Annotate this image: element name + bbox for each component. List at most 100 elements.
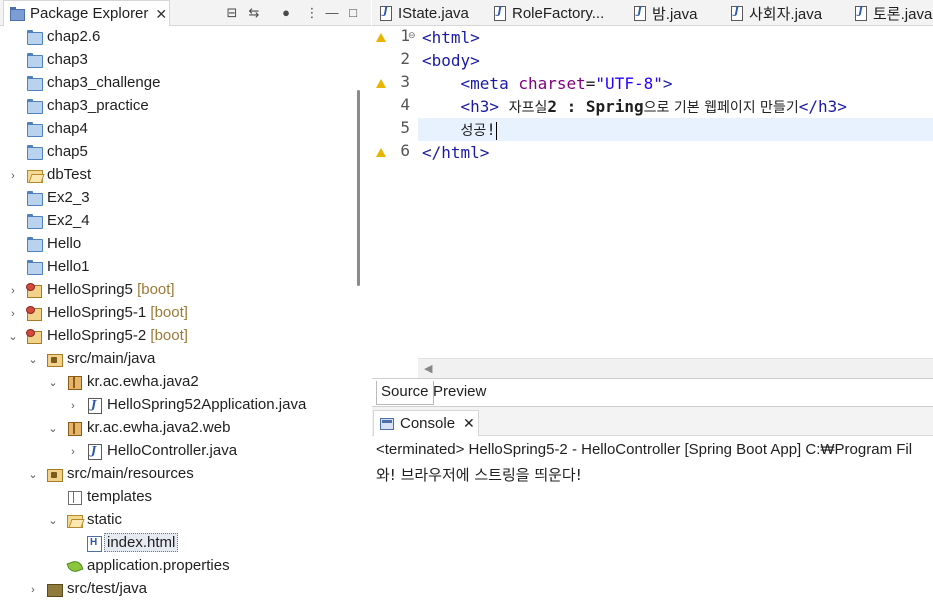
tree-item-hello[interactable]: Hello [0,233,356,256]
close-icon[interactable]: ✕ [463,415,475,432]
collapse-all-icon[interactable]: ⊟ [224,3,240,21]
tree-item-hellospring52application[interactable]: › HelloSpring52Application.java [0,394,356,417]
html-editor: IState.java RoleFactory... 밤.java 사회자.ja… [372,0,933,405]
expand-chevron-icon[interactable]: › [67,394,79,417]
tree-item-chap2-6[interactable]: chap2.6 [0,26,356,49]
tab-console[interactable]: Console ✕ [373,410,479,436]
collapse-chevron-icon[interactable]: ⌄ [27,348,39,371]
expand-chevron-icon[interactable]: › [7,302,19,325]
heading-text-korean-1: 자프실 [508,100,548,116]
tree-item-static[interactable]: ⌄ static [0,509,356,532]
tree-item-hello1[interactable]: Hello1 [0,256,356,279]
tab-label: Console [400,415,456,432]
code-line-5-current: 성공! [418,118,933,141]
charset-value: "UTF-8" [595,74,663,93]
expand-chevron-icon[interactable]: › [67,440,79,463]
tree-item-src-test-java[interactable]: › src/test/java [0,578,356,601]
source-folder-icon [46,581,63,597]
filters-icon[interactable]: ● [278,3,294,21]
tree-item-label: chap5 [47,143,88,160]
tree-item-ex2-3[interactable]: Ex2_3 [0,187,356,210]
tree-item-chap3[interactable]: chap3 [0,49,356,72]
tab-label: 사회자.java [749,5,823,23]
tree-item-label: index.html [104,533,179,552]
tree-item-chap5[interactable]: chap5 [0,141,356,164]
tab-preview[interactable]: Preview [429,381,490,405]
code-line-6: </html> [422,141,489,164]
scrollbar-thumb[interactable] [357,90,360,286]
tree-item-text: HelloSpring5-2 [boot] [47,327,188,344]
tab-toron-java[interactable]: 토론.java [855,0,932,25]
tab-sahoeja-java[interactable]: 사회자.java [731,0,823,25]
tree-item-chap3-practice[interactable]: chap3_practice [0,95,356,118]
project-folder-icon [26,190,43,206]
collapse-chevron-icon[interactable]: ⌄ [27,463,39,486]
tree-item-label: dbTest [47,166,92,183]
collapse-chevron-icon[interactable]: ⌄ [47,509,59,532]
tree-item-hellocontroller[interactable]: › HelloController.java [0,440,356,463]
line-number: 5 [400,118,410,137]
editor-tab-bar: IState.java RoleFactory... 밤.java 사회자.ja… [372,0,933,26]
maximize-icon[interactable]: □ [345,3,361,21]
expand-chevron-icon[interactable]: › [7,164,19,187]
tab-package-explorer[interactable]: Package Explorer ✕ [3,0,170,26]
collapse-chevron-icon[interactable]: ⌄ [7,325,19,348]
warning-icon [376,148,386,157]
collapse-chevron-icon[interactable]: ⌄ [47,371,59,394]
tree-item-package-java2-web[interactable]: ⌄ kr.ac.ewha.java2.web [0,417,356,440]
tree-item-index-html[interactable]: index.html [0,532,356,555]
package-explorer-view: Package Explorer ✕ ⊟ ⇆ ● ⋮ — □ chap2.6 c… [0,0,371,604]
h3-open-tag: <h3> [460,97,500,116]
minimize-icon[interactable]: — [324,3,340,21]
success-text: 성공 [460,123,487,139]
console-terminated-line: <terminated> HelloSpring5-2 - HelloContr… [376,441,913,458]
line-number-gutter: 1 ⊖ 2 3 4 5 6 [372,26,418,358]
tree-item-src-main-java[interactable]: ⌄ src/main/java [0,348,356,371]
tree-item-src-main-resources[interactable]: ⌄ src/main/resources [0,463,356,486]
tree-item-label: HelloController.java [107,442,238,459]
tab-istate-java[interactable]: IState.java [380,0,469,25]
tree-item-ex2-4[interactable]: Ex2_4 [0,210,356,233]
html-close-tag: </html> [422,143,490,162]
scroll-left-icon[interactable]: ◀ [424,362,432,375]
editor-horizontal-scrollbar[interactable]: ◀ [418,358,933,378]
view-menu-icon[interactable]: ⋮ [304,3,320,21]
tree-item-text: HelloSpring5-1 [boot] [47,304,188,321]
expand-chevron-icon[interactable]: › [7,279,19,302]
text-caret [495,121,497,140]
tab-rolefactory-java[interactable]: RoleFactory... [494,0,604,25]
tab-bam-java[interactable]: 밤.java [634,0,698,25]
tree-item-templates[interactable]: templates [0,486,356,509]
code-line-2: <body> [422,49,480,72]
tree-item-hellospring5-2[interactable]: ⌄ HelloSpring5-2 [boot] [0,325,356,348]
tree-item-hellospring5[interactable]: › HelloSpring5 [boot] [0,279,356,302]
tree-item-dbtest[interactable]: › dbTest [0,164,356,187]
tree-item-chap4[interactable]: chap4 [0,118,356,141]
tree-item-application-properties[interactable]: application.properties [0,555,356,578]
tree-vertical-scrollbar[interactable] [357,26,371,604]
tree-item-label: src/main/java [67,350,156,367]
tree-item-label: application.properties [87,557,230,574]
collapse-chevron-icon[interactable]: ⌄ [47,417,59,440]
tree-item-label: static [87,511,123,528]
tree-item-package-java2[interactable]: ⌄ kr.ac.ewha.java2 [0,371,356,394]
code-area[interactable]: <html> <body> <meta charset="UTF-8"> <h3… [418,26,933,358]
tree-item-label: HelloSpring5 [47,281,133,298]
fold-toggle-icon[interactable]: ⊖ [408,30,416,41]
java-file-icon [731,5,743,21]
project-folder-icon [26,144,43,160]
source-folder-icon [46,351,63,367]
code-line-4: <h3> 자프실2 : Spring으로 기본 웹페이지 만들기</h3> [422,95,847,118]
close-icon[interactable]: ✕ [155,7,167,21]
tree-item-chap3-challenge[interactable]: chap3_challenge [0,72,356,95]
expand-chevron-icon[interactable]: › [27,578,39,601]
link-with-editor-icon[interactable]: ⇆ [246,3,262,21]
tab-source[interactable]: Source [376,381,434,405]
project-tree: chap2.6 chap3 chap3_challenge chap3_prac… [0,26,356,604]
h3-close-tag: </h3> [798,97,847,116]
line-number: 6 [400,141,410,160]
package-icon [66,420,82,436]
tree-item-label: Ex2_4 [47,212,90,229]
tree-item-hellospring5-1[interactable]: › HelloSpring5-1 [boot] [0,302,356,325]
code-line-3: <meta charset="UTF-8"> [422,72,673,95]
